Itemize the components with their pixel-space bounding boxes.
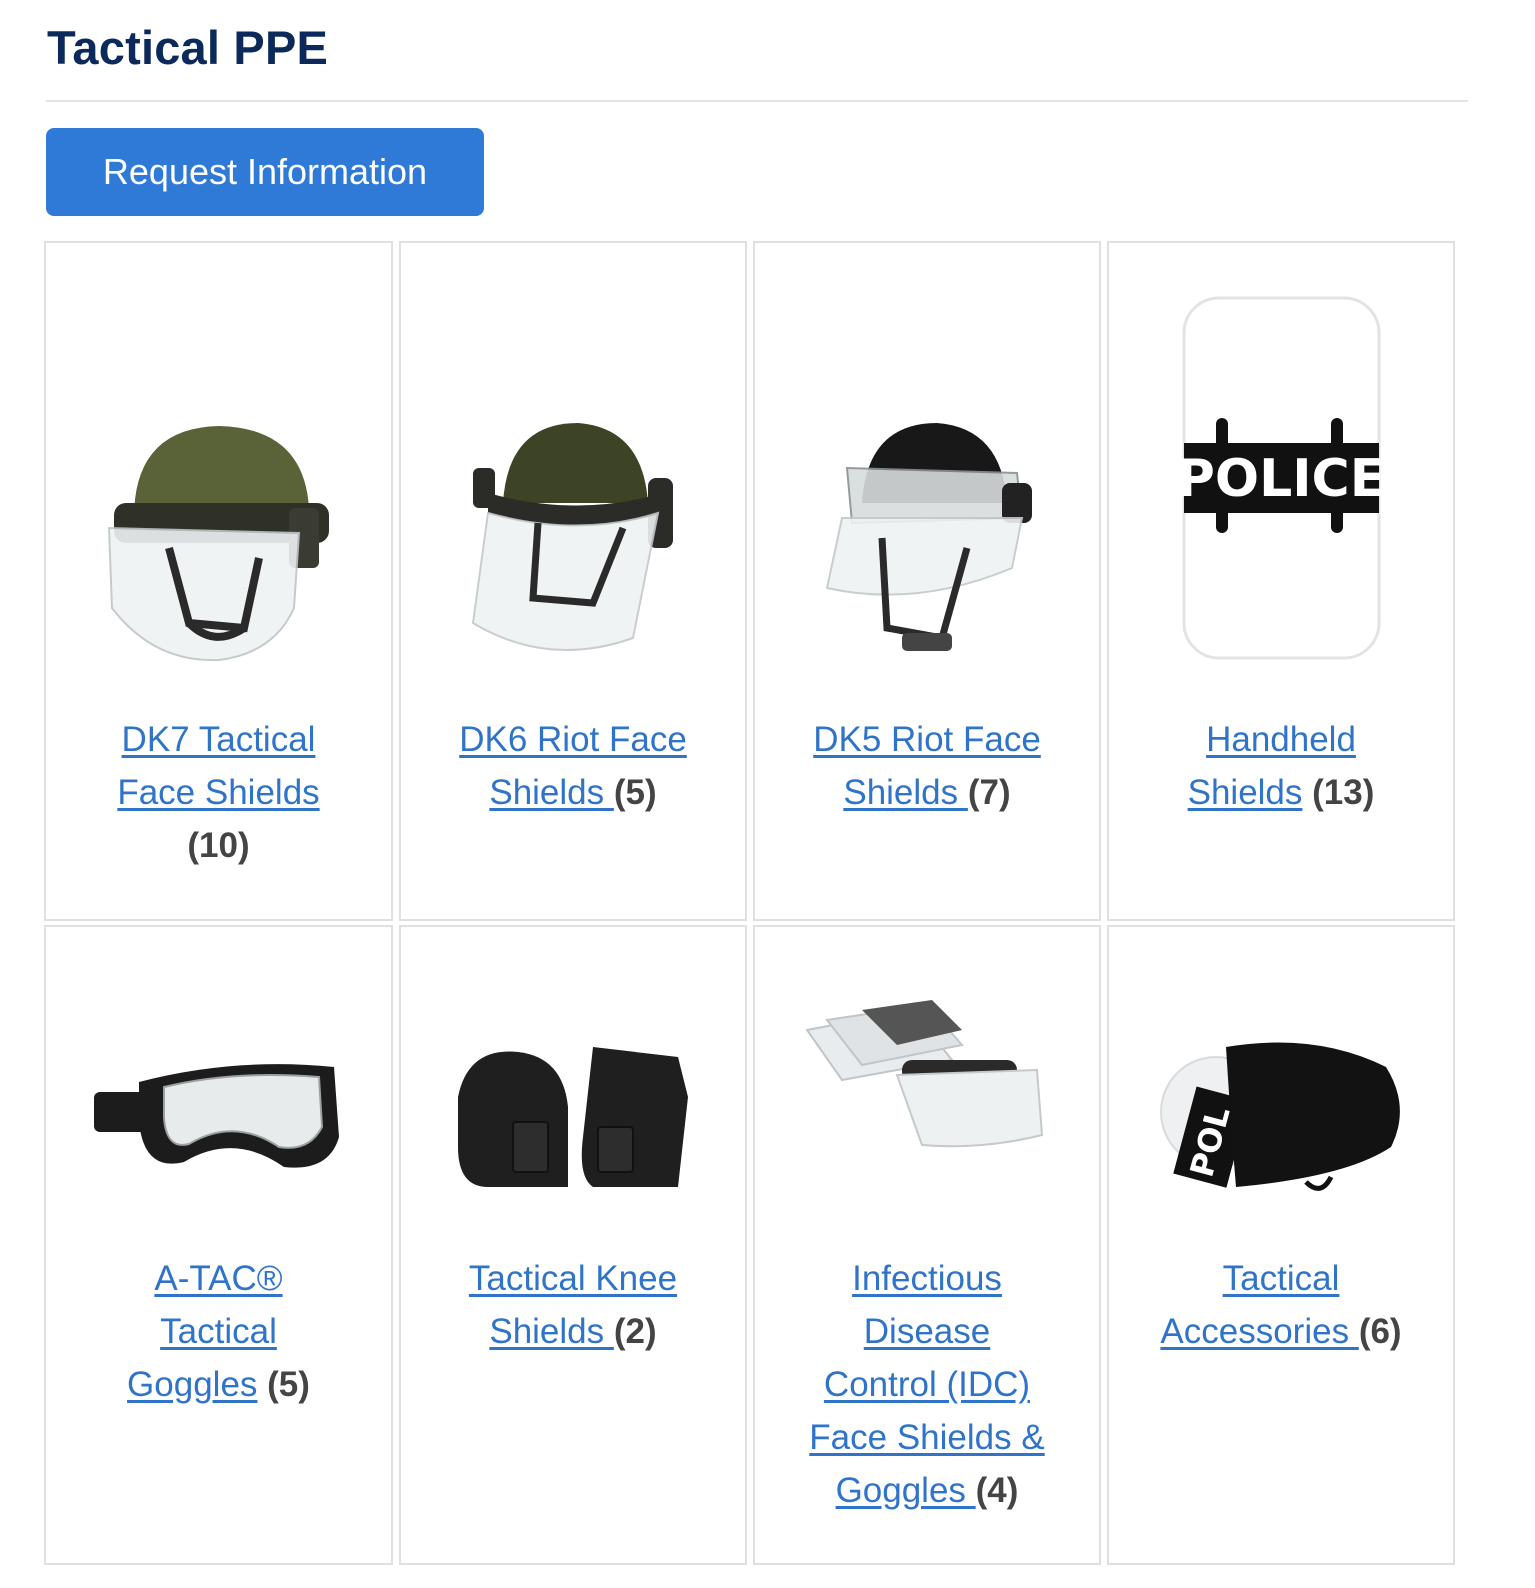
dk6-count: (5) bbox=[613, 773, 657, 812]
handheld-shield-image[interactable]: POLICE bbox=[1109, 293, 1453, 663]
accessories-link-line1[interactable]: Tactical bbox=[1223, 1259, 1340, 1298]
product-card-handheld-shields[interactable]: POLICE Handheld Shields (13) bbox=[1107, 241, 1455, 921]
handheld-link-line1[interactable]: Handheld bbox=[1206, 720, 1356, 759]
dk5-link-line2[interactable]: Shields bbox=[843, 773, 968, 812]
atac-link-line1[interactable]: A-TAC® bbox=[154, 1259, 282, 1298]
product-card-dk6[interactable]: DK6 Riot Face Shields (5) bbox=[399, 241, 747, 921]
shield-police-text: POLICE bbox=[1177, 449, 1385, 509]
helmet-face-shield-icon bbox=[107, 426, 329, 662]
title-divider bbox=[46, 100, 1468, 102]
knee-shields-icon bbox=[458, 1047, 688, 1187]
product-card-tactical-accessories[interactable]: POL Tactical Accessories (6) bbox=[1107, 925, 1455, 1565]
dk6-helmet-image[interactable] bbox=[401, 403, 745, 673]
page-title: Tactical PPE bbox=[47, 21, 329, 74]
atac-goggles-image[interactable] bbox=[46, 1037, 391, 1197]
idc-link-line4[interactable]: Face Shields & bbox=[809, 1418, 1044, 1457]
dk7-link-line1[interactable]: DK7 Tactical bbox=[122, 720, 316, 759]
idc-link-line2[interactable]: Disease bbox=[864, 1312, 990, 1351]
dk7-count: (10) bbox=[187, 826, 250, 865]
dk6-link-line2[interactable]: Shields bbox=[489, 773, 614, 812]
shield-bag-icon: POL bbox=[1160, 1042, 1400, 1191]
handheld-link-line2[interactable]: Shields bbox=[1188, 773, 1303, 812]
helmet-face-shield-icon bbox=[825, 423, 1032, 651]
page: Tactical PPE Request Information DK7 Tac… bbox=[0, 0, 1535, 1588]
dk5-helmet-image[interactable] bbox=[755, 403, 1099, 673]
police-shield-icon: POLICE bbox=[1177, 296, 1385, 660]
idc-link-line1[interactable]: Infectious bbox=[852, 1259, 1002, 1298]
dk7-link[interactable]: DK7 Tactical Face Shields bbox=[117, 720, 319, 812]
tactical-accessories-link[interactable]: Tactical Accessories bbox=[1160, 1259, 1358, 1351]
dk7-link-line2[interactable]: Face Shields bbox=[117, 773, 319, 812]
product-card-knee-shields[interactable]: Tactical Knee Shields (2) bbox=[399, 925, 747, 1565]
product-card-dk7[interactable]: DK7 Tactical Face Shields (10) bbox=[44, 241, 393, 921]
product-card-dk5[interactable]: DK5 Riot Face Shields (7) bbox=[753, 241, 1101, 921]
tactical-accessories-caption: Tactical Accessories (6) bbox=[1141, 1252, 1421, 1358]
knee-link-line2[interactable]: Shields bbox=[489, 1312, 614, 1351]
atac-link-line2[interactable]: Tactical bbox=[160, 1312, 277, 1351]
atac-count: (5) bbox=[267, 1365, 310, 1404]
request-information-button[interactable]: Request Information bbox=[46, 128, 484, 216]
product-card-atac-goggles[interactable]: A-TAC® Tactical Goggles (5) bbox=[44, 925, 393, 1565]
accessories-link-line2[interactable]: Accessories bbox=[1160, 1312, 1358, 1351]
atac-link-line3[interactable]: Goggles bbox=[127, 1365, 257, 1404]
idc-link-line5[interactable]: Goggles bbox=[836, 1471, 976, 1510]
helmet-face-shield-icon bbox=[471, 423, 673, 651]
accessories-count: (6) bbox=[1358, 1312, 1402, 1351]
knee-shields-image[interactable] bbox=[401, 1032, 745, 1202]
idc-count: (4) bbox=[975, 1471, 1019, 1510]
knee-link-line1[interactable]: Tactical Knee bbox=[469, 1259, 677, 1298]
knee-shields-caption: Tactical Knee Shields (2) bbox=[443, 1252, 703, 1358]
dk5-caption: DK5 Riot Face Shields (7) bbox=[787, 713, 1067, 819]
dk5-link-line1[interactable]: DK5 Riot Face bbox=[813, 720, 1041, 759]
idc-caption: Infectious Disease Control (IDC) Face Shiel… bbox=[797, 1252, 1057, 1517]
handheld-count: (13) bbox=[1312, 773, 1375, 812]
atac-goggles-link[interactable]: A-TAC® Tactical Goggles bbox=[127, 1259, 283, 1404]
dk7-helmet-image[interactable] bbox=[46, 403, 391, 673]
face-shield-stack-icon bbox=[805, 999, 1044, 1147]
product-card-idc[interactable]: Infectious Disease Control (IDC) Face Shiel… bbox=[753, 925, 1101, 1565]
idc-link-line3[interactable]: Control (IDC) bbox=[824, 1365, 1030, 1404]
dk6-caption: DK6 Riot Face Shields (5) bbox=[433, 713, 713, 819]
dk6-link-line1[interactable]: DK6 Riot Face bbox=[459, 720, 687, 759]
dk5-count: (7) bbox=[967, 773, 1011, 812]
atac-goggles-caption: A-TAC® Tactical Goggles (5) bbox=[89, 1252, 349, 1411]
handheld-shields-caption: Handheld Shields (13) bbox=[1151, 713, 1411, 819]
goggles-icon bbox=[93, 1064, 339, 1168]
dk7-caption: DK7 Tactical Face Shields (10) bbox=[89, 713, 349, 872]
knee-count: (2) bbox=[613, 1312, 657, 1351]
tactical-accessories-image[interactable]: POL bbox=[1109, 1032, 1453, 1207]
idc-face-shields-image[interactable] bbox=[755, 997, 1099, 1162]
